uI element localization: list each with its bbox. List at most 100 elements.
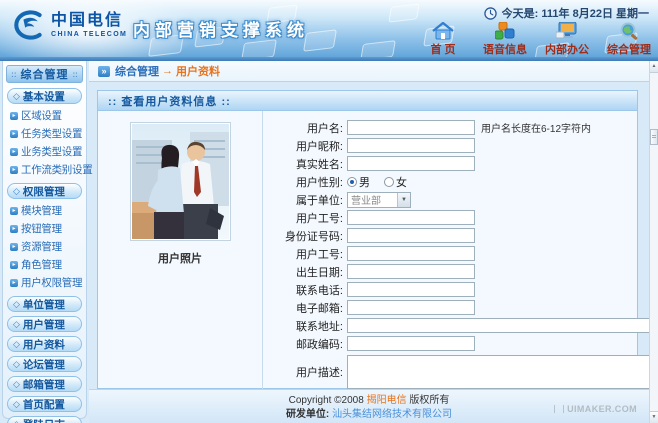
field-label: 用户工号: <box>263 246 343 262</box>
admin-magnifier-icon <box>619 22 640 40</box>
worknum-input[interactable] <box>347 210 475 225</box>
developer-label: 研发单位: <box>286 409 329 420</box>
form-row-description: 用户描述: <box>263 354 658 390</box>
breadcrumb: » 综合管理 → 用户资料 <box>89 61 649 82</box>
sidebar-item-user-permission-mgmt[interactable]: ▸ 用户权限管理 <box>5 274 84 292</box>
panel-body: 用户照片 用户名: 用户名长度在6-12字符内 用户昵称: 真实姓名: <box>98 111 637 389</box>
sidebar-item-label: 业务类型设置 <box>21 144 82 159</box>
diamond-icon: ◇ <box>13 187 20 196</box>
user-photo <box>130 122 231 241</box>
sidebar-item-label: 任务类型设置 <box>21 126 82 141</box>
worknum2-input[interactable] <box>347 246 475 261</box>
scroll-up-button[interactable]: ▲ <box>650 61 658 73</box>
sidebar-section-unit-mgmt[interactable]: ◇ 单位管理 <box>7 296 82 312</box>
field-label: 真实姓名: <box>263 156 343 172</box>
sidebar-item-label: 用户权限管理 <box>21 275 82 290</box>
phone-input[interactable] <box>347 282 475 297</box>
address-input[interactable] <box>347 318 658 333</box>
nav-item-admin[interactable]: 综合管理 <box>604 22 654 57</box>
birthdate-input[interactable] <box>347 264 475 279</box>
top-nav: 首 页 语音信息 内部办公 <box>418 22 654 57</box>
nav-item-internal-office[interactable]: 内部办公 <box>542 22 592 57</box>
sidebar-decor: :: <box>73 70 78 79</box>
zipcode-input[interactable] <box>347 336 475 351</box>
field-label: 用户昵称: <box>263 138 343 154</box>
breadcrumb-marker-icon: » <box>98 66 110 77</box>
diamond-icon: ◇ <box>13 92 20 101</box>
sidebar-section-label: 用户资料 <box>23 337 65 352</box>
office-computer-icon <box>556 22 578 40</box>
sidebar-item-region-settings[interactable]: ▸ 区域设置 <box>5 107 84 125</box>
nav-label: 综合管理 <box>607 41 651 57</box>
arrow-square-icon: ▸ <box>10 207 18 215</box>
user-profile-panel: :: 查看用户资料信息 :: <box>97 90 638 389</box>
sidebar-item-workflow-category-settings[interactable]: ▸ 工作流类别设置 <box>5 161 84 179</box>
sidebar-item-label: 模块管理 <box>21 203 62 218</box>
nav-item-voice-info[interactable]: 语音信息 <box>480 22 530 57</box>
sidebar-section-user-mgmt[interactable]: ◇ 用户管理 <box>7 316 82 332</box>
sidebar-section-login-log[interactable]: ◇ 登陆日志 <box>7 416 82 423</box>
arrow-square-icon: ▸ <box>10 130 18 138</box>
panel-title: :: 查看用户资料信息 :: <box>98 91 637 111</box>
sidebar-section-basic-settings[interactable]: ◇ 基本设置 <box>7 88 82 104</box>
vertical-scrollbar[interactable]: ▲ ▼ <box>649 61 658 423</box>
unit-select[interactable]: 营业部 ▼ <box>347 192 411 208</box>
arrow-square-icon: ▸ <box>10 112 18 120</box>
date-line: 今天是: 111年 8月22日 星期一 <box>484 5 649 21</box>
sidebar-item-module-mgmt[interactable]: ▸ 模块管理 <box>5 202 84 220</box>
gender-radio-male[interactable] <box>347 177 357 187</box>
form-row-username: 用户名: 用户名长度在6-12字符内 <box>263 120 658 135</box>
sidebar-item-role-mgmt[interactable]: ▸ 角色管理 <box>5 256 84 274</box>
email-input[interactable] <box>347 300 475 315</box>
sidebar-section-homepage-config[interactable]: ◇ 首页配置 <box>7 396 82 412</box>
form-row-unit: 属于单位: 营业部 ▼ <box>263 192 658 207</box>
sidebar-section-label: 邮箱管理 <box>23 377 65 392</box>
sidebar-item-label: 工作流类别设置 <box>21 162 92 177</box>
username-input[interactable] <box>347 120 475 135</box>
uimaker-logo-icon <box>554 405 564 413</box>
developer-company: 汕头集结网络技术有限公司 <box>332 409 452 420</box>
sidebar-item-resource-mgmt[interactable]: ▸ 资源管理 <box>5 238 84 256</box>
sidebar-item-button-mgmt[interactable]: ▸ 按钮管理 <box>5 220 84 238</box>
sidebar-section-label: 用户管理 <box>23 317 65 332</box>
sidebar-section-user-profile[interactable]: ◇ 用户资料 <box>7 336 82 352</box>
breadcrumb-root: 综合管理 <box>115 63 159 79</box>
realname-input[interactable] <box>347 156 475 171</box>
nav-item-home[interactable]: 首 页 <box>418 22 468 57</box>
nav-label: 语音信息 <box>483 41 527 57</box>
form-row-address: 联系地址: <box>263 318 658 333</box>
sidebar-section-permission-mgmt[interactable]: ◇ 权限管理 <box>7 183 82 199</box>
gender-label-female: 女 <box>396 174 407 190</box>
sidebar-section-mailbox-mgmt[interactable]: ◇ 邮箱管理 <box>7 376 82 392</box>
diamond-icon: ◇ <box>13 340 20 349</box>
nickname-input[interactable] <box>347 138 475 153</box>
sidebar-item-business-type-settings[interactable]: ▸ 业务类型设置 <box>5 143 84 161</box>
nav-label: 内部办公 <box>545 41 589 57</box>
arrow-square-icon: ▸ <box>10 261 18 269</box>
breadcrumb-arrow: → <box>162 65 173 77</box>
china-telecom-logo: 中国电信 CHINA TELECOM <box>8 7 127 43</box>
telecom-horn-icon <box>8 7 46 43</box>
sidebar-item-task-type-settings[interactable]: ▸ 任务类型设置 <box>5 125 84 143</box>
diamond-icon: ◇ <box>13 420 20 423</box>
clock-icon <box>484 7 497 20</box>
field-label: 联系电话: <box>263 282 343 298</box>
user-photo-image <box>132 124 229 239</box>
sidebar-section-forum-mgmt[interactable]: ◇ 论坛管理 <box>7 356 82 372</box>
copyright-company: 揭阳电信 <box>367 395 407 406</box>
breadcrumb-current: 用户资料 <box>176 63 220 79</box>
keyboard-key-decor <box>388 3 419 22</box>
scrollbar-thumb[interactable] <box>650 129 658 145</box>
keyboard-key-decor <box>241 39 277 57</box>
idcard-input[interactable] <box>347 228 475 243</box>
sidebar-section-label: 论坛管理 <box>23 357 65 372</box>
keyboard-key-decor <box>360 40 396 57</box>
sidebar-section-label: 登陆日志 <box>23 417 65 423</box>
form-row-phone: 联系电话: <box>263 282 658 297</box>
description-textarea[interactable] <box>347 355 658 389</box>
scroll-down-button[interactable]: ▼ <box>650 411 658 423</box>
system-title: 内部营销支撑系统 <box>133 16 309 41</box>
gender-radio-female[interactable] <box>384 177 394 187</box>
sidebar-item-label: 角色管理 <box>21 257 62 272</box>
sidebar-item-label: 资源管理 <box>21 239 62 254</box>
